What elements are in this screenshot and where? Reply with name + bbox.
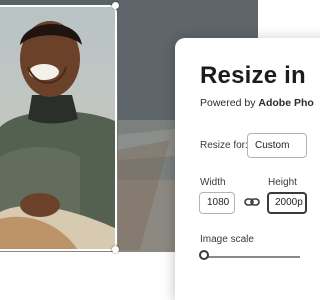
resize-for-label: Resize for: [200,140,248,151]
height-input[interactable]: 2000p [267,192,307,214]
subtitle-brand: Adobe Pho [258,97,314,109]
resize-for-dropdown[interactable]: Custom [247,133,307,158]
panel-title: Resize in [200,62,306,89]
crop-handle-bottom-right[interactable] [112,246,119,253]
panel-subtitle: Powered by Adobe Pho [200,97,314,109]
image-scale-track[interactable] [205,256,300,258]
crop-handle-top-right[interactable] [112,2,119,9]
image-scale-label: Image scale [200,234,254,245]
height-label: Height [268,177,297,188]
width-input[interactable]: 1080 [199,192,235,214]
image-scale-knob[interactable] [199,250,209,260]
link-icon[interactable] [244,196,260,208]
crop-frame[interactable] [0,5,117,251]
width-label: Width [200,177,226,188]
subtitle-prefix: Powered by [200,97,259,109]
